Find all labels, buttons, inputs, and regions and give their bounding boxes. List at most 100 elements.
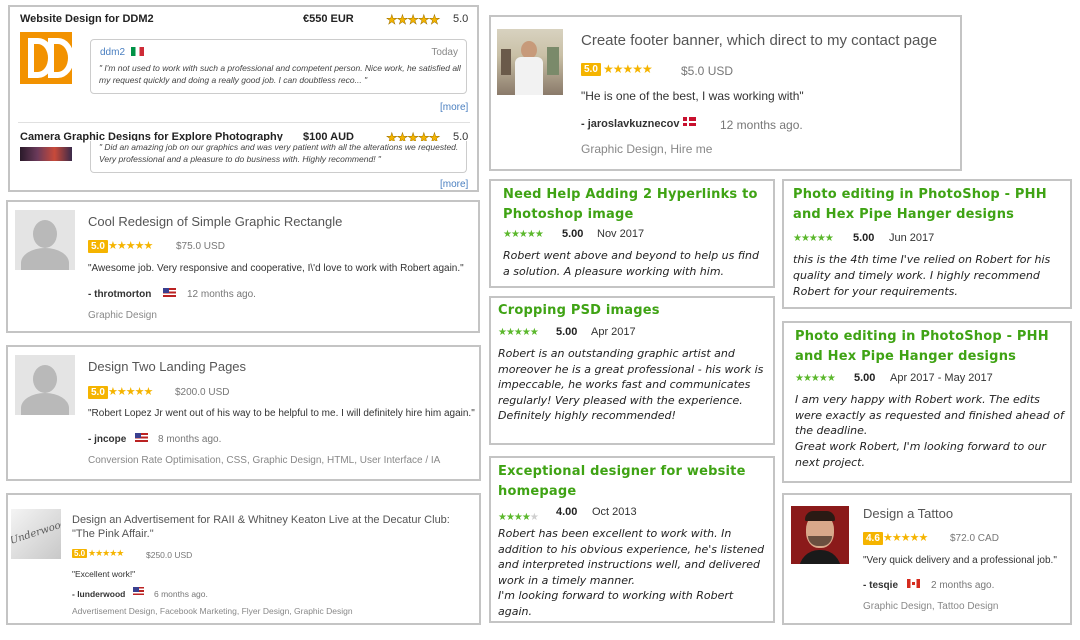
rating-value: 5.0 [453, 13, 469, 25]
review-date: Jun 2017 [889, 232, 935, 244]
review-title[interactable]: Design an Advertisement for RAII & Whitn… [72, 513, 474, 541]
review-title[interactable]: Cool Redesign of Simple Graphic Rectangl… [88, 214, 342, 229]
divider [18, 122, 470, 123]
review-quote: "Excellent work!" [72, 569, 136, 579]
review-text: I am very happy with Robert work. The ed… [795, 393, 1064, 437]
review-card-tattoo: Design a Tattoo 4.6 ★★★★★ $72.0 CAD "Ver… [782, 493, 1072, 625]
review-quote: "Robert Lopez Jr went out of his way to … [88, 408, 475, 419]
reviewer-name[interactable]: - lunderwood [72, 589, 125, 599]
review-date: Apr 2017 [591, 326, 636, 338]
denmark-flag-icon [683, 117, 696, 126]
review-title[interactable]: Photo editing in PhotoShop - PHH and Hex… [793, 185, 1068, 225]
canada-flag-icon [907, 579, 920, 588]
review-card-landing-pages: Design Two Landing Pages 5.0 ★★★★★ $200.… [6, 345, 481, 481]
review-tags: Graphic Design, Hire me [581, 142, 713, 156]
review-title[interactable]: Cropping PSD images [498, 301, 768, 321]
star-rating: ★★★★★ [386, 11, 441, 29]
stars-icon: ★★★★★ [498, 327, 539, 338]
review-time: 12 months ago. [187, 289, 256, 300]
review-bubble-2: " Did an amazing job on our graphics and… [90, 141, 467, 173]
review-text-2: I'm looking forward to working with Robe… [498, 589, 734, 618]
us-flag-icon [133, 587, 144, 595]
underwood-logo: Underwood [11, 509, 61, 559]
review-text: Robert is an outstanding graphic artist … [498, 347, 764, 422]
rating-badge: 5.0 [88, 240, 108, 253]
rating-badge: 5.0 [581, 63, 601, 76]
score: 5.00 [562, 228, 584, 240]
review-quote: "Awesome job. Very responsive and cooper… [88, 263, 464, 274]
review-text-2: Great work Robert, I'm looking forward t… [795, 440, 1046, 469]
review-text: Robert went above and beyond to help us … [503, 249, 759, 278]
review-title[interactable]: Photo editing in PhotoShop - PHH and Hex… [795, 327, 1070, 367]
stars-icon: ★★★★★ [108, 386, 153, 398]
review-card-footer-banner: Create footer banner, which direct to my… [489, 15, 962, 171]
score: 4.00 [556, 506, 578, 518]
score: 5.00 [853, 232, 875, 244]
score: 5.00 [556, 326, 578, 338]
review-title[interactable]: Design a Tattoo [863, 506, 953, 521]
review-card-photo-editing-2: Photo editing in PhotoShop - PHH and Hex… [782, 321, 1072, 483]
review-price: $5.0 USD [681, 64, 734, 78]
review-date: Apr 2017 - May 2017 [890, 372, 993, 384]
score: 5.00 [854, 372, 876, 384]
stars-icon: ★★★★ [498, 512, 531, 523]
more-link[interactable]: [more] [440, 102, 468, 113]
stars-icon: ★★★★★ [603, 62, 653, 76]
ddm2-logo [20, 32, 74, 84]
star-rating: ★★★★★ [498, 507, 539, 525]
review-quote: "Very quick delivery and a professional … [863, 555, 1057, 566]
review-date: Today [431, 47, 458, 58]
review-title[interactable]: Design Two Landing Pages [88, 359, 246, 374]
review-price: $200.0 USD [175, 387, 230, 398]
review-tags: Graphic Design [88, 310, 157, 321]
reviewer-name[interactable]: - jncope [88, 434, 126, 445]
review-card-cropping: Cropping PSD images ★★★★★ 5.00 Apr 2017 … [489, 296, 775, 445]
stars-icon: ★★★★★ [503, 229, 544, 240]
review-title[interactable]: Create footer banner, which direct to my… [581, 32, 937, 49]
review-card-ddm2: Website Design for DDM2 €550 EUR ★★★★★ 5… [8, 5, 479, 192]
empty-star-icon: ★ [529, 512, 539, 523]
review-price: €550 EUR [303, 13, 354, 25]
review-card-hyperlinks: Need Help Adding 2 Hyperlinks to Photosh… [489, 179, 775, 288]
more-link-2[interactable]: [more] [440, 179, 468, 190]
review-price: $72.0 CAD [950, 533, 999, 544]
default-avatar-icon [15, 355, 75, 415]
review-price: $250.0 USD [146, 550, 193, 560]
review-time: 12 months ago. [720, 118, 803, 132]
review-card-exceptional: Exceptional designer for website homepag… [489, 456, 775, 623]
review-time: 6 months ago. [154, 589, 208, 599]
reviewer-name[interactable]: - tesqie [863, 580, 898, 591]
review-tags: Conversion Rate Optimisation, CSS, Graph… [88, 455, 441, 466]
reviewer-name[interactable]: - jaroslavkuznecov [581, 118, 679, 130]
stars-icon: ★★★★★ [108, 240, 153, 252]
stars-icon: ★★★★★ [795, 373, 836, 384]
stars-icon: ★★★★★ [386, 12, 441, 28]
reviewer-name[interactable]: - throtmorton [88, 289, 151, 300]
review-title[interactable]: Exceptional designer for website homepag… [498, 462, 768, 502]
review-price: $75.0 USD [176, 241, 225, 252]
rating-badge: 4.6 [863, 532, 883, 545]
italy-flag-icon [131, 47, 144, 56]
review-text: Robert has been excellent to work with. … [498, 527, 765, 587]
rating-badge: 5.0 [72, 549, 88, 558]
us-flag-icon [135, 433, 148, 442]
review-bubble: ddm2 Today " I'm not used to work with s… [90, 39, 467, 94]
stars-icon: ★★★★★ [883, 532, 928, 544]
default-avatar-icon [15, 210, 75, 270]
review-date: Oct 2013 [592, 506, 637, 518]
review-quote: " I'm not used to work with such a profe… [99, 63, 461, 85]
reviewer-photo [791, 506, 849, 564]
stars-icon: ★★★★★ [88, 548, 124, 558]
reviewer-link[interactable]: ddm2 [100, 47, 125, 58]
reviewer-photo [497, 29, 563, 95]
us-flag-icon [163, 288, 176, 297]
logo-text: Underwood [11, 518, 61, 547]
review-card-photo-editing-1: Photo editing in PhotoShop - PHH and Hex… [782, 179, 1072, 309]
review-text: this is the 4th time I've relied on Robe… [793, 253, 1051, 298]
review-title[interactable]: Website Design for DDM2 [20, 13, 154, 25]
review-quote: "He is one of the best, I was working wi… [581, 89, 804, 103]
ddm2-logo-icon [20, 32, 74, 84]
rating-badge: 5.0 [88, 386, 108, 399]
review-card-advertisement: Underwood Design an Advertisement for RA… [6, 493, 481, 625]
review-title[interactable]: Need Help Adding 2 Hyperlinks to Photosh… [503, 185, 768, 225]
